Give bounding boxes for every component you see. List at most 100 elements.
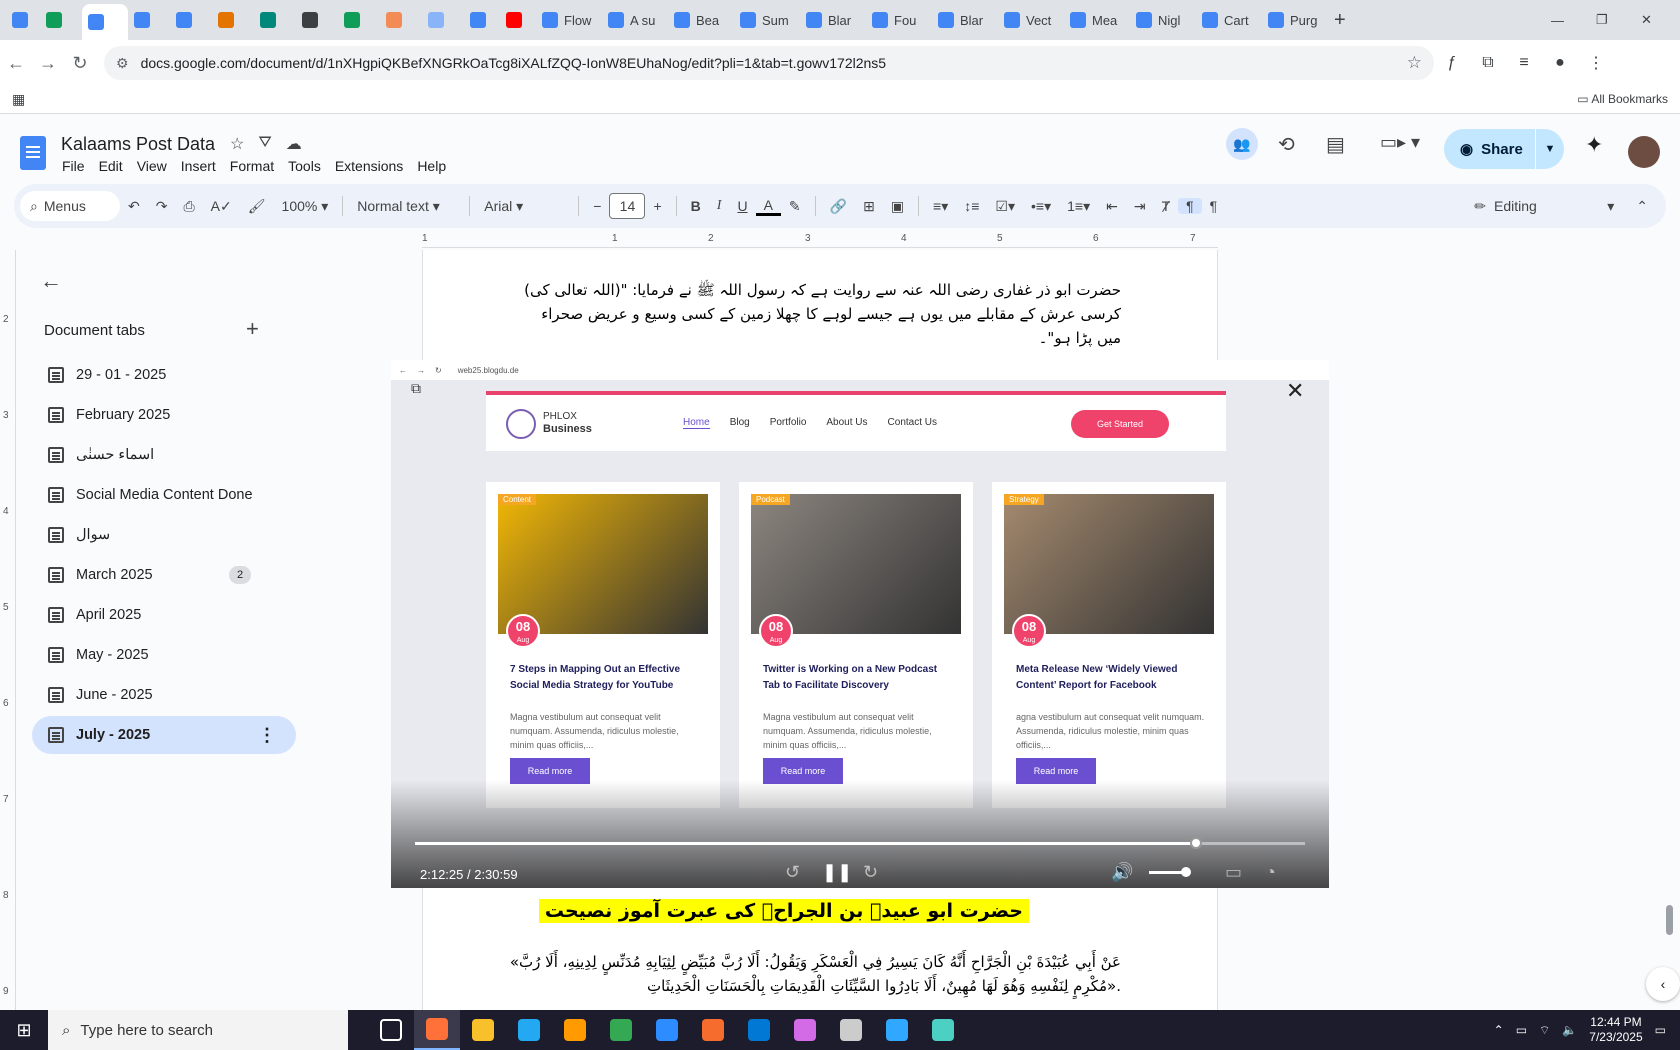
version-history-icon[interactable]: ⟲ bbox=[1278, 132, 1295, 157]
checklist-icon[interactable]: ☑▾ bbox=[987, 198, 1023, 215]
image-icon[interactable]: ▣ bbox=[883, 198, 912, 215]
taskbar-app-illustrator[interactable] bbox=[552, 1010, 598, 1050]
line-spacing-icon[interactable]: ↕≡ bbox=[956, 198, 987, 214]
media-queue-icon[interactable]: ≡ bbox=[1506, 54, 1542, 72]
underline-icon[interactable]: U bbox=[729, 198, 755, 214]
video-player[interactable]: ← → ↻ web25.blogdu.de ⧉ ✕ PHLOX Business… bbox=[391, 360, 1329, 888]
menu-view[interactable]: View bbox=[137, 158, 167, 174]
speaker-icon[interactable]: 🔈 bbox=[1562, 1023, 1577, 1037]
video-progress-knob[interactable] bbox=[1189, 837, 1202, 849]
browser-tab[interactable]: Vect bbox=[998, 5, 1064, 35]
clock[interactable]: 12:44 PM 7/23/2025 bbox=[1589, 1015, 1642, 1045]
sidebar-tab-item[interactable]: July - 2025 ⋮ bbox=[32, 716, 296, 754]
browser-tab[interactable] bbox=[422, 5, 464, 35]
side-panel-toggle-icon[interactable]: ‹ bbox=[1646, 967, 1680, 1001]
link-icon[interactable]: 🔗 bbox=[822, 198, 855, 215]
menu-insert[interactable]: Insert bbox=[181, 158, 216, 174]
add-tab-icon[interactable]: + bbox=[246, 316, 259, 342]
video-progress-bar[interactable] bbox=[415, 837, 1305, 849]
minimize-icon[interactable]: — bbox=[1545, 5, 1570, 35]
back-to-tab-icon[interactable]: ◔ bbox=[1265, 862, 1276, 883]
page-scrollbar[interactable] bbox=[1666, 905, 1673, 935]
extensions-puzzle-icon[interactable]: ⧉ bbox=[1470, 54, 1506, 72]
chrome-menu-icon[interactable]: ⋮ bbox=[1578, 53, 1614, 73]
browser-tab[interactable] bbox=[296, 5, 338, 35]
wifi-icon[interactable]: ⌔ bbox=[1539, 1023, 1550, 1038]
tray-chevron-icon[interactable]: ⌃ bbox=[1494, 1023, 1504, 1037]
ltr-icon[interactable]: ¶ bbox=[1178, 198, 1202, 214]
star-icon[interactable]: ☆ bbox=[230, 134, 244, 154]
taskbar-app-chrome[interactable] bbox=[598, 1010, 644, 1050]
browser-tab[interactable] bbox=[170, 5, 212, 35]
horizontal-ruler[interactable]: 1 1 2 3 4 5 6 7 bbox=[422, 232, 1218, 248]
move-icon[interactable]: ⛛ bbox=[258, 134, 271, 154]
taskbar-app-app-gradient[interactable] bbox=[782, 1010, 828, 1050]
document-title[interactable]: Kalaams Post Data bbox=[61, 134, 215, 155]
align-icon[interactable]: ≡▾ bbox=[925, 198, 956, 215]
font-size-input[interactable]: 14 bbox=[609, 193, 646, 219]
text-color-icon[interactable]: A bbox=[755, 197, 781, 216]
forward-icon[interactable]: → bbox=[32, 53, 64, 74]
taskbar-app-app-orange[interactable] bbox=[690, 1010, 736, 1050]
bookmark-star-icon[interactable]: ☆ bbox=[1407, 53, 1422, 73]
browser-tab[interactable] bbox=[128, 5, 170, 35]
notifications-icon[interactable]: ▭ bbox=[1655, 1023, 1666, 1037]
zoom-select[interactable]: 100% ▾ bbox=[274, 198, 337, 215]
close-icon[interactable]: ✕ bbox=[1286, 378, 1304, 404]
menus-search[interactable]: ⌕ Menus bbox=[20, 191, 120, 221]
rtl-icon[interactable]: ¶ bbox=[1202, 198, 1226, 214]
sidebar-tab-item[interactable]: سوال bbox=[32, 516, 296, 554]
editing-mode-select[interactable]: ✏ Editing ▾ bbox=[1474, 198, 1614, 215]
tab-options-icon[interactable]: ⋮ bbox=[258, 725, 276, 746]
taskbar-app-pen-tool[interactable] bbox=[828, 1010, 874, 1050]
collapse-toolbar-icon[interactable]: ⌃ bbox=[1628, 198, 1656, 215]
paint-format-icon[interactable]: 🖌 bbox=[240, 198, 274, 215]
sidebar-tab-item[interactable]: April 2025 bbox=[32, 596, 296, 634]
windows-start-icon[interactable]: ⊞ bbox=[0, 1020, 48, 1041]
back-arrow-icon[interactable]: ← bbox=[40, 268, 62, 294]
cloud-status-icon[interactable]: ☁ bbox=[286, 134, 302, 154]
gemini-icon[interactable]: ✦ bbox=[1585, 132, 1603, 158]
browser-tab[interactable] bbox=[82, 4, 128, 40]
print-icon[interactable]: ⎙ bbox=[175, 198, 202, 215]
increase-font-icon[interactable]: + bbox=[645, 198, 669, 214]
font-select[interactable]: Arial ▾ bbox=[476, 198, 572, 215]
menu-extensions[interactable]: Extensions bbox=[335, 158, 403, 174]
new-tab-icon[interactable]: + bbox=[1328, 5, 1352, 35]
browser-tab[interactable] bbox=[40, 5, 82, 35]
italic-icon[interactable]: I bbox=[709, 198, 730, 214]
sidebar-tab-item[interactable]: February 2025 bbox=[32, 396, 296, 434]
bold-icon[interactable]: B bbox=[683, 198, 709, 214]
browser-tab[interactable] bbox=[380, 5, 422, 35]
share-button[interactable]: ◉ Share ▼ bbox=[1444, 129, 1564, 169]
browser-tab[interactable]: Purg bbox=[1262, 5, 1328, 35]
sidebar-tab-item[interactable]: June - 2025 bbox=[32, 676, 296, 714]
browser-tab[interactable]: Cart bbox=[1196, 5, 1262, 35]
browser-tab[interactable] bbox=[500, 5, 536, 35]
picture-in-picture-icon[interactable]: ⧉ bbox=[411, 380, 421, 397]
apps-grid-icon[interactable]: ▦ bbox=[12, 91, 25, 108]
taskbar-app-photoshop[interactable] bbox=[874, 1010, 920, 1050]
increase-indent-icon[interactable]: ⇥ bbox=[1126, 198, 1154, 215]
docs-logo-icon[interactable] bbox=[20, 136, 46, 170]
taskbar-app-vscode[interactable] bbox=[506, 1010, 552, 1050]
taskbar-app-app-teal[interactable] bbox=[920, 1010, 966, 1050]
undo-icon[interactable]: ↶ bbox=[120, 198, 148, 215]
browser-tab[interactable] bbox=[338, 5, 380, 35]
browser-tab[interactable]: Blar bbox=[932, 5, 998, 35]
taskbar-app-file-explorer[interactable] bbox=[460, 1010, 506, 1050]
collab-icon[interactable]: 👥 bbox=[1226, 128, 1258, 160]
taskbar-app-zoom[interactable] bbox=[644, 1010, 690, 1050]
highlight-icon[interactable]: ✎ bbox=[781, 198, 809, 215]
back-icon[interactable]: ← bbox=[0, 53, 32, 74]
spellcheck-icon[interactable]: A✓ bbox=[203, 198, 240, 215]
clear-format-icon[interactable]: Ⱦ bbox=[1154, 198, 1179, 214]
sidebar-tab-item[interactable]: March 2025 2 bbox=[32, 556, 296, 594]
browser-tab[interactable]: Fou bbox=[866, 5, 932, 35]
share-dropdown-icon[interactable]: ▼ bbox=[1536, 143, 1564, 155]
extension-f-icon[interactable]: ƒ bbox=[1434, 54, 1470, 72]
reload-icon[interactable]: ↻ bbox=[64, 53, 96, 74]
volume-icon[interactable]: 🔊 bbox=[1111, 862, 1133, 883]
browser-tab[interactable]: A su bbox=[602, 5, 668, 35]
browser-tab[interactable]: Mea bbox=[1064, 5, 1130, 35]
